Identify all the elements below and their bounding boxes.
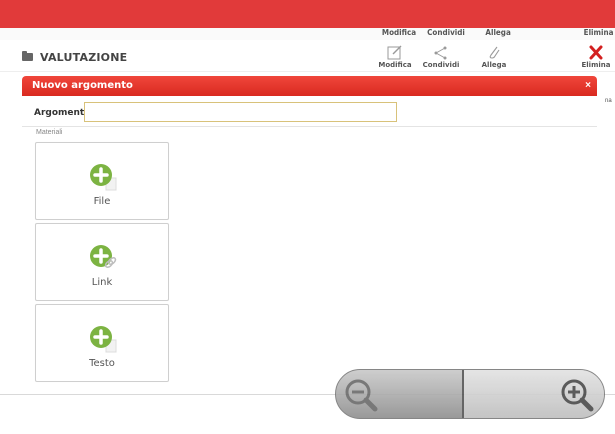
toolbar-top-label-modifica: Modifica bbox=[381, 28, 417, 37]
page-title-row: VALUTAZIONE bbox=[0, 40, 615, 72]
argomento-field-row: Argomento bbox=[22, 99, 597, 127]
zoom-in-icon bbox=[561, 379, 594, 412]
link-tile-label: Link bbox=[91, 277, 113, 288]
top-header-bar bbox=[0, 0, 615, 28]
add-file-icon bbox=[90, 164, 117, 191]
elimina-button[interactable]: Elimina bbox=[576, 45, 615, 71]
condividi-button[interactable]: Condividi bbox=[421, 45, 461, 71]
zoom-in-button[interactable] bbox=[464, 370, 604, 418]
side-fragment-text: na bbox=[605, 98, 612, 104]
toolbar-top-label-condividi: Condividi bbox=[427, 28, 465, 37]
dialog-title: Nuovo argomento bbox=[32, 80, 133, 91]
toolbar-top-labels: Modifica Condividi Allega Elimina bbox=[0, 28, 615, 40]
file-tile-label: File bbox=[93, 196, 111, 207]
text-tile-label: Testo bbox=[89, 358, 115, 369]
page-title: VALUTAZIONE bbox=[40, 51, 128, 64]
delete-icon bbox=[589, 45, 603, 60]
add-link-icon bbox=[90, 245, 117, 268]
add-text-icon bbox=[90, 326, 117, 353]
dialog-header: Nuovo argomento × bbox=[22, 76, 597, 96]
add-link-tile[interactable]: Link bbox=[35, 223, 169, 301]
paperclip-icon bbox=[489, 46, 500, 59]
close-icon[interactable]: × bbox=[585, 80, 591, 91]
argomento-label: Argomento bbox=[34, 108, 91, 118]
elimina-label: Elimina bbox=[581, 61, 611, 69]
zoom-control bbox=[335, 369, 605, 419]
condividi-label: Condividi bbox=[422, 61, 460, 69]
folder-icon bbox=[22, 51, 33, 61]
toolbar-top-label-elimina: Elimina bbox=[583, 28, 614, 37]
zoom-out-button[interactable] bbox=[336, 370, 462, 418]
modifica-button[interactable]: Modifica bbox=[375, 45, 415, 71]
materiali-label: Materiali bbox=[36, 129, 63, 136]
zoom-out-icon bbox=[345, 379, 378, 412]
allega-label: Allega bbox=[481, 61, 507, 69]
add-file-tile[interactable]: File bbox=[35, 142, 169, 220]
argomento-input[interactable] bbox=[84, 102, 397, 122]
allega-button[interactable]: Allega bbox=[474, 45, 514, 71]
edit-icon bbox=[387, 45, 402, 60]
side-fragment: na bbox=[605, 80, 615, 110]
toolbar-top-label-allega: Allega bbox=[485, 28, 511, 37]
modifica-label: Modifica bbox=[378, 61, 412, 69]
share-icon bbox=[434, 46, 447, 60]
add-text-tile[interactable]: Testo bbox=[35, 304, 169, 382]
